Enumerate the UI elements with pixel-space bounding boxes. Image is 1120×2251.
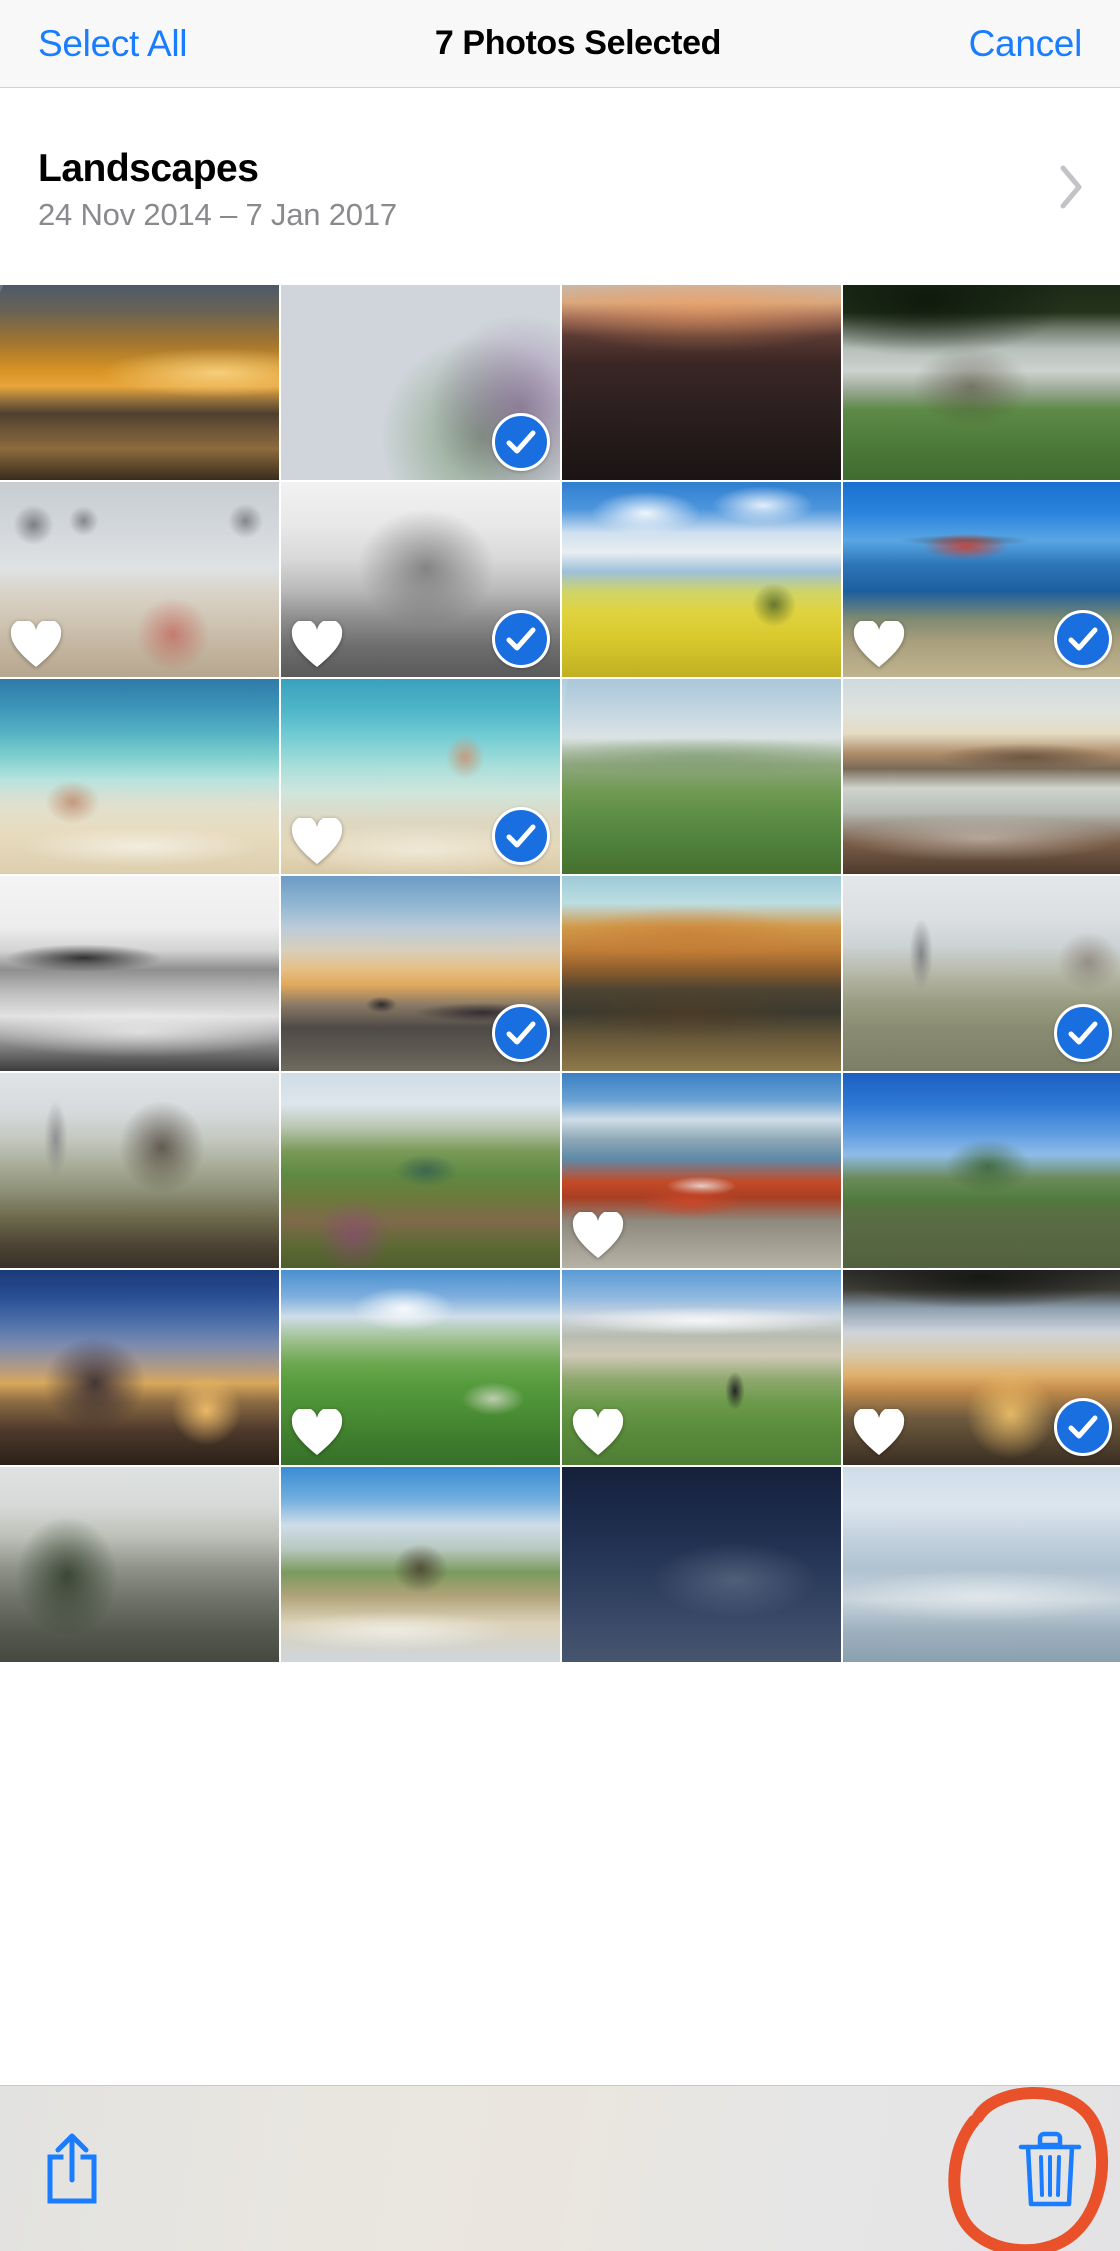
photo-detail-overlay <box>562 1467 841 1662</box>
album-date-range: 24 Nov 2014 – 7 Jan 2017 <box>38 196 397 232</box>
album-text-group: Landscapes 24 Nov 2014 – 7 Jan 2017 <box>38 143 397 231</box>
photo-detail-overlay <box>0 876 279 1071</box>
photo-tile[interactable] <box>0 876 279 1071</box>
photo-tile[interactable] <box>281 1270 560 1465</box>
photo-detail-overlay <box>0 679 279 874</box>
photo-detail-overlay <box>0 285 279 480</box>
photo-detail-overlay <box>562 285 841 480</box>
photo-tile[interactable] <box>0 1270 279 1465</box>
photo-tile[interactable] <box>562 876 841 1071</box>
photo-tile[interactable] <box>843 482 1120 677</box>
favorite-heart-icon <box>291 818 343 866</box>
photo-tile[interactable] <box>562 1467 841 1662</box>
favorite-heart-icon <box>572 1212 624 1260</box>
favorite-heart-icon <box>291 621 343 669</box>
page-title: 7 Photos Selected <box>434 24 721 62</box>
selected-checkmark-badge[interactable] <box>492 610 550 668</box>
delete-button[interactable] <box>1002 2114 1098 2224</box>
favorite-heart-icon <box>291 1409 343 1457</box>
photo-detail-overlay <box>843 679 1120 874</box>
photo-tile[interactable] <box>843 1467 1120 1662</box>
photo-tile[interactable] <box>562 1270 841 1465</box>
selected-checkmark-badge[interactable] <box>492 807 550 865</box>
photo-tile[interactable] <box>843 1073 1120 1268</box>
selected-checkmark-badge[interactable] <box>1054 1398 1112 1456</box>
photo-detail-overlay <box>843 1467 1120 1662</box>
photo-detail-overlay <box>562 679 841 874</box>
photo-detail-overlay <box>0 1467 279 1662</box>
photo-detail-overlay <box>0 1270 279 1465</box>
photo-detail-overlay <box>281 1467 560 1662</box>
photo-grid[interactable] <box>0 285 1120 2085</box>
photo-tile[interactable] <box>843 285 1120 480</box>
photo-detail-overlay <box>0 1073 279 1268</box>
share-button[interactable] <box>24 2117 120 2221</box>
photo-tile[interactable] <box>0 1467 279 1662</box>
cancel-button[interactable]: Cancel <box>969 23 1083 65</box>
photo-tile[interactable] <box>843 876 1120 1071</box>
photo-tile[interactable] <box>562 679 841 874</box>
photo-tile[interactable] <box>281 679 560 874</box>
photo-tile[interactable] <box>281 1073 560 1268</box>
album-title: Landscapes <box>38 146 259 190</box>
favorite-heart-icon <box>10 621 62 669</box>
photo-tile[interactable] <box>562 482 841 677</box>
photo-tile[interactable] <box>281 876 560 1071</box>
photo-detail-overlay <box>562 482 841 677</box>
photo-tile[interactable] <box>0 285 279 480</box>
favorite-heart-icon <box>853 621 905 669</box>
photo-tile[interactable] <box>562 1073 841 1268</box>
selection-toolbar <box>0 2085 1120 2251</box>
photo-detail-overlay <box>843 1073 1120 1268</box>
trash-icon <box>1015 2126 1085 2212</box>
photo-detail-overlay <box>281 1073 560 1268</box>
favorite-heart-icon <box>572 1409 624 1457</box>
photo-tile[interactable] <box>281 482 560 677</box>
favorite-heart-icon <box>853 1409 905 1457</box>
photo-tile[interactable] <box>281 1467 560 1662</box>
photo-tile[interactable] <box>843 679 1120 874</box>
selected-checkmark-badge[interactable] <box>492 413 550 471</box>
share-icon <box>37 2128 107 2210</box>
photo-tile[interactable] <box>0 1073 279 1268</box>
photo-detail-overlay <box>843 285 1120 480</box>
photo-tile[interactable] <box>843 1270 1120 1465</box>
photo-tile[interactable] <box>0 679 279 874</box>
chevron-right-icon[interactable] <box>1056 161 1086 213</box>
selected-checkmark-badge[interactable] <box>1054 1004 1112 1062</box>
selected-checkmark-badge[interactable] <box>1054 610 1112 668</box>
album-header[interactable]: Landscapes 24 Nov 2014 – 7 Jan 2017 <box>0 89 1120 285</box>
photo-tile[interactable] <box>0 482 279 677</box>
navigation-bar: Select All 7 Photos Selected Cancel <box>0 0 1120 88</box>
select-all-button[interactable]: Select All <box>38 23 188 65</box>
photo-tile[interactable] <box>281 285 560 480</box>
photo-detail-overlay <box>562 876 841 1071</box>
selected-checkmark-badge[interactable] <box>492 1004 550 1062</box>
photo-tile[interactable] <box>562 285 841 480</box>
photos-selection-screen: Select All 7 Photos Selected Cancel Land… <box>0 0 1120 2251</box>
